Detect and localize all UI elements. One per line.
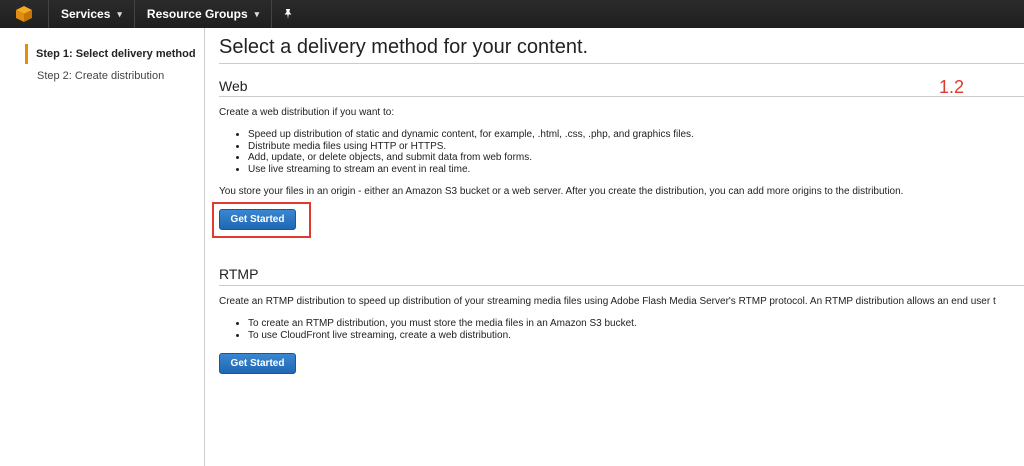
web-section-heading: Web [219,78,248,94]
web-origin-note: You store your files in an origin - eith… [219,186,904,197]
aws-cube-icon[interactable] [0,0,48,28]
list-item: Distribute media files using HTTP or HTT… [248,141,694,153]
highlight-annotation-box [212,202,311,238]
rtmp-section-heading: RTMP [219,266,259,282]
web-intro-text: Create a web distribution if you want to… [219,107,395,118]
wizard-sidebar: Step 1: Select delivery method Step 2: C… [0,28,205,466]
main-content: Select a delivery method for your conten… [219,28,1024,466]
list-item: To use CloudFront live streaming, create… [248,330,637,342]
sidebar-step-label: Step 2: Create distribution [37,70,165,82]
pin-icon[interactable] [272,0,304,28]
rtmp-get-started-button[interactable]: Get Started [219,353,296,374]
list-item: Add, update, or delete objects, and subm… [248,152,694,164]
web-bullet-list: Speed up distribution of static and dyna… [219,129,694,175]
divider [219,96,1024,97]
list-item: Use live streaming to stream an event in… [248,164,694,176]
rtmp-bullet-list: To create an RTMP distribution, you must… [219,318,637,341]
top-navigation-bar: Services ▾ Resource Groups ▾ [0,0,1024,28]
resource-groups-menu[interactable]: Resource Groups ▾ [135,0,271,28]
page-title: Select a delivery method for your conten… [219,36,589,58]
annotation-label: 1.2 [939,77,965,97]
sidebar-step-label: Step 1: Select delivery method [36,48,196,60]
resource-groups-label: Resource Groups [146,7,248,21]
divider [219,63,1024,64]
sidebar-step-1[interactable]: Step 1: Select delivery method [25,44,196,64]
list-item: Speed up distribution of static and dyna… [248,129,694,141]
services-label: Services [61,7,111,21]
rtmp-intro-text: Create an RTMP distribution to speed up … [219,296,996,307]
divider [219,285,1024,286]
services-menu[interactable]: Services ▾ [49,0,134,28]
chevron-down-icon: ▾ [117,8,122,19]
list-item: To create an RTMP distribution, you must… [248,318,637,330]
chevron-down-icon: ▾ [254,8,260,19]
sidebar-step-2[interactable]: Step 2: Create distribution [26,68,164,84]
